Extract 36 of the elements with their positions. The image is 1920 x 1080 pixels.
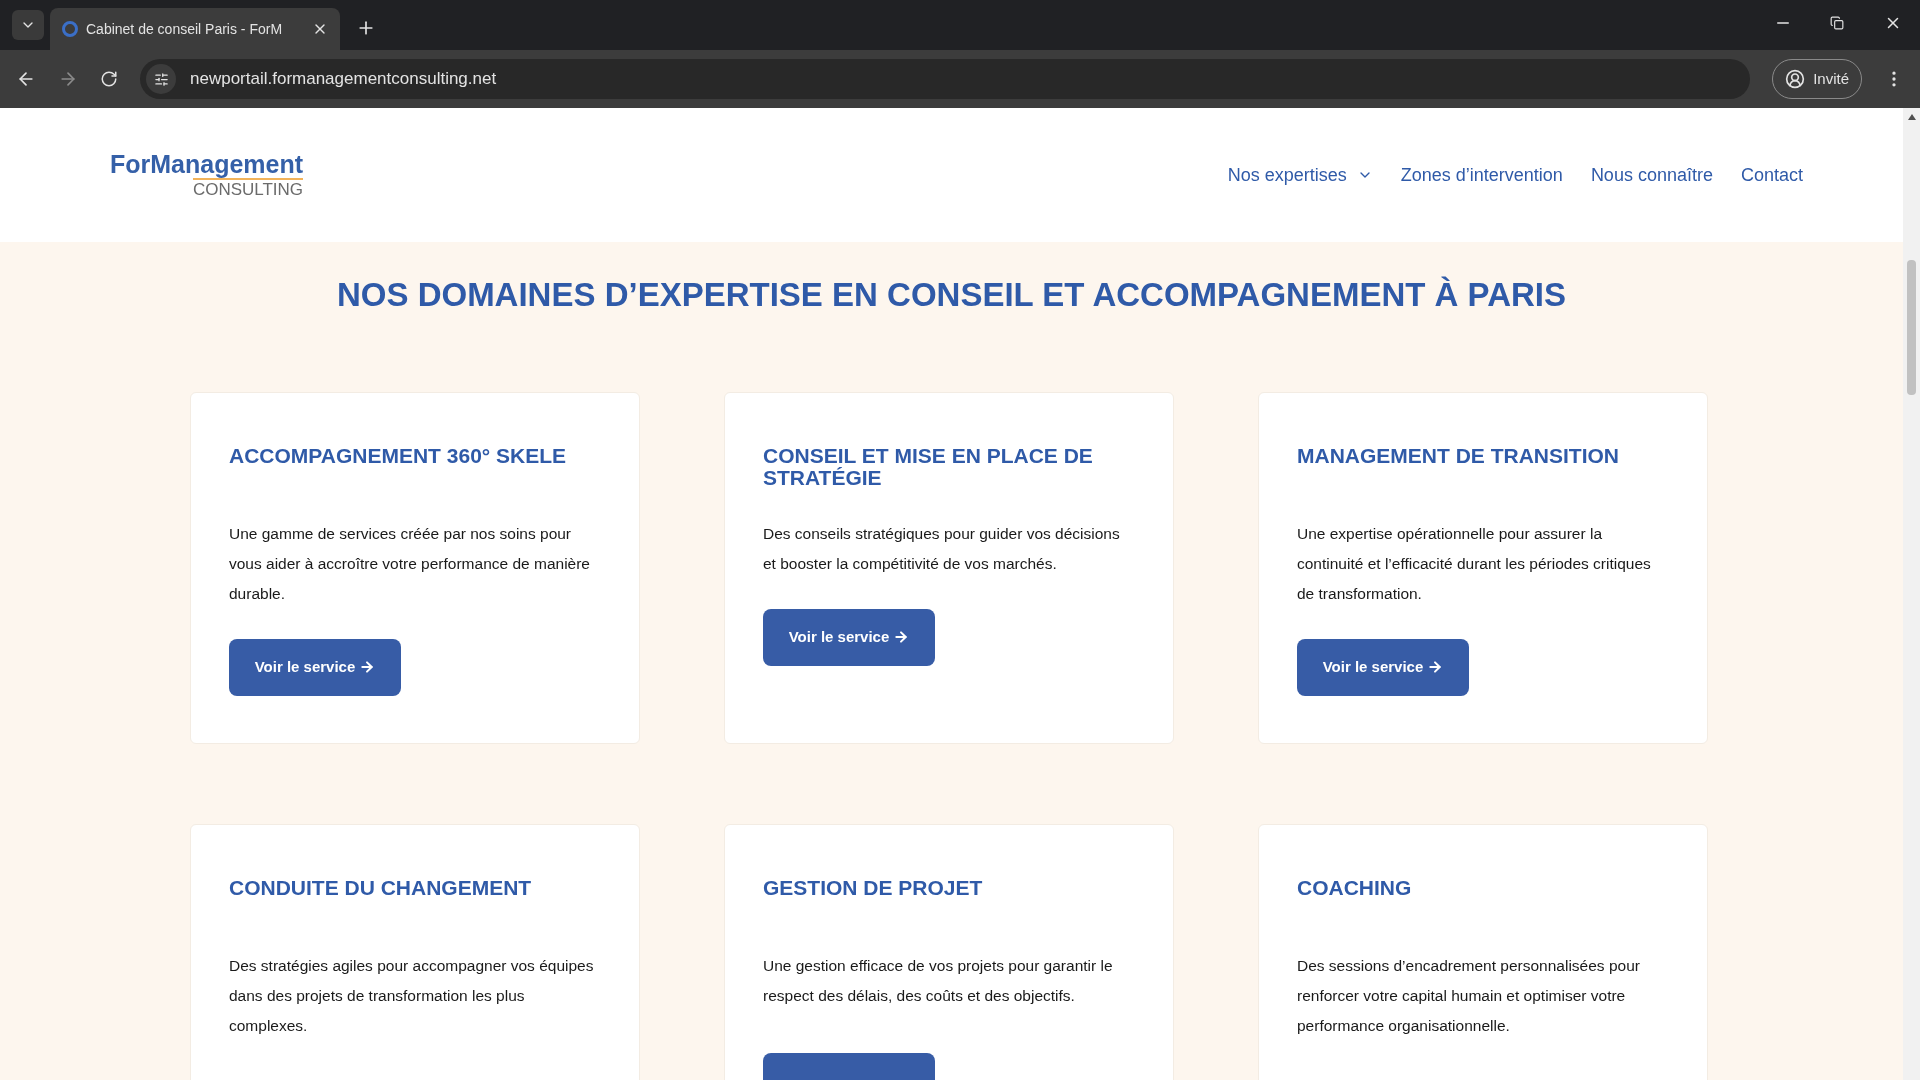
nav-link[interactable]: Nos expertises: [1227, 161, 1373, 189]
restore-icon[interactable]: [1830, 16, 1844, 30]
card-description: Une gamme de services créée par nos soins pour vous aider à accroître votre performance de manière durable.: [229, 523, 591, 604]
tab-title: Cabinet de conseil Paris - ForM: [86, 19, 284, 39]
nav-link[interactable]: Contact: [1740, 161, 1803, 189]
scroll-up-icon[interactable]: [1907, 114, 1916, 120]
nav-link[interactable]: Nous connaître: [1590, 161, 1713, 189]
site-favicon-icon: [62, 21, 78, 37]
card-description: Des stratégies agiles pour accompagner vos équipes dans des projets de transformation les plus complexes.: [229, 955, 595, 1036]
sliders-icon: [153, 71, 169, 87]
address-bar[interactable]: newportail.formanagementconsulting.net: [140, 59, 1751, 99]
card-title: GESTION DE PROJET: [763, 876, 984, 901]
browser-tab[interactable]: Cabinet de conseil Paris - ForM: [50, 8, 340, 50]
view-service-button[interactable]: Voir le service: [229, 638, 401, 696]
card-title: MANAGEMENT DE TRANSITION: [1297, 444, 1620, 469]
site-settings-icon[interactable]: [146, 64, 176, 94]
nav-link[interactable]: Zones d’intervention: [1400, 161, 1563, 189]
tab-list-button[interactable]: [12, 10, 44, 40]
scrollbar-thumb[interactable]: [1907, 260, 1916, 395]
view-service-button[interactable]: Voir le service: [1297, 638, 1469, 696]
view-service-button[interactable]: Voir le service: [763, 608, 935, 666]
scrollbar[interactable]: [1903, 108, 1920, 1080]
card-title: ACCOMPAGNEMENT 360° SKELE: [229, 444, 568, 469]
card-title: CONDUITE DU CHANGEMENT: [229, 876, 533, 901]
card-title: CONSEIL ET MISE EN PLACE DE STRATÉGIE: [763, 444, 1094, 489]
url-text: newportail.formanagementconsulting.net: [190, 68, 497, 91]
card-description: Une expertise opérationnelle pour assurer la continuité et l’efficacité durant les périodes critiques de transformation.: [1297, 523, 1652, 604]
card-description: Des sessions d’encadrement personnalisées pour renforcer votre capital humain et optimiser votre performance organisationnelle.: [1297, 955, 1641, 1036]
card-title: COACHING: [1297, 876, 1413, 901]
user-icon: [1785, 69, 1806, 89]
section-heading: NOS DOMAINES D’EXPERTISE EN CONSEIL ET ACCOMPAGNEMENT À PARIS: [335, 275, 1568, 315]
reload-icon[interactable]: [100, 70, 118, 88]
button-top[interactable]: [763, 1052, 935, 1080]
card-description: Une gestion efficace de vos projets pour garantir le respect des délais, des coûts et des objectifs.: [763, 955, 1114, 1006]
site-logo[interactable]: ForManagement CONSULTING: [110, 152, 304, 198]
card-description: Des conseils stratégiques pour guider vos décisions et booster la compétitivité de vos marchés.: [763, 523, 1121, 574]
